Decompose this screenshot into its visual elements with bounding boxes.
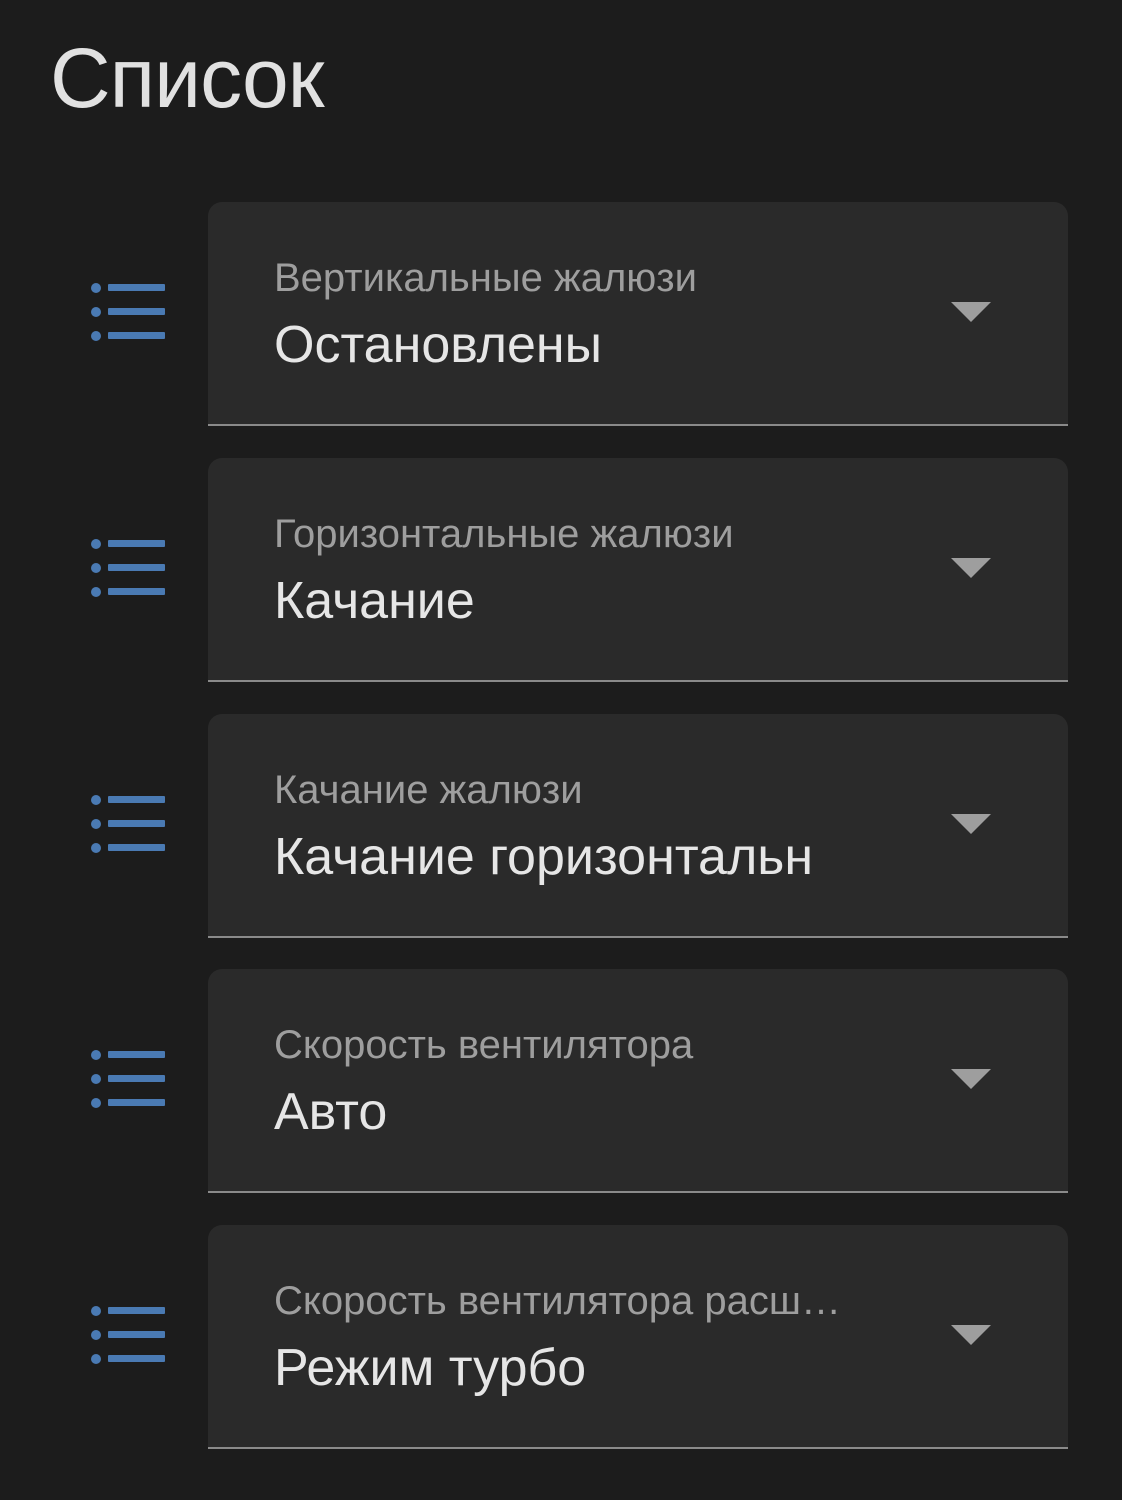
dropdown-arrow-icon[interactable]	[951, 1325, 991, 1345]
select-horizontal-louvers[interactable]: Горизонтальные жалюзи Качание	[208, 458, 1068, 682]
list-icon	[91, 539, 165, 597]
select-fan-speed-extended[interactable]: Скорость вентилятора расш… Режим турбо	[208, 1225, 1068, 1449]
select-label: Скорость вентилятора	[274, 1023, 694, 1067]
page-title: Список	[50, 31, 324, 125]
select-louver-swing[interactable]: Качание жалюзи Качание горизонтальн	[208, 714, 1068, 938]
select-label: Скорость вентилятора расш…	[274, 1279, 841, 1323]
select-value: Остановлены	[274, 316, 603, 374]
select-row-horizontal-louvers: Горизонтальные жалюзи Качание	[0, 458, 1122, 682]
select-label: Горизонтальные жалюзи	[274, 512, 734, 556]
select-vertical-louvers[interactable]: Вертикальные жалюзи Остановлены	[208, 202, 1068, 426]
dropdown-arrow-icon[interactable]	[951, 1069, 991, 1089]
select-row-louver-swing: Качание жалюзи Качание горизонтальн	[0, 714, 1122, 938]
list-icon	[91, 1050, 165, 1108]
select-fan-speed[interactable]: Скорость вентилятора Авто	[208, 969, 1068, 1193]
select-row-vertical-louvers: Вертикальные жалюзи Остановлены	[0, 202, 1122, 426]
list-icon	[91, 283, 165, 341]
dropdown-arrow-icon[interactable]	[951, 814, 991, 834]
select-value: Режим турбо	[274, 1339, 587, 1397]
select-label: Вертикальные жалюзи	[274, 256, 697, 300]
select-row-fan-speed: Скорость вентилятора Авто	[0, 969, 1122, 1193]
list-icon	[91, 795, 165, 853]
dropdown-arrow-icon[interactable]	[951, 558, 991, 578]
select-row-fan-speed-extended: Скорость вентилятора расш… Режим турбо	[0, 1225, 1122, 1449]
dropdown-arrow-icon[interactable]	[951, 302, 991, 322]
list-icon	[91, 1306, 165, 1364]
select-value: Авто	[274, 1083, 388, 1141]
select-value: Качание	[274, 572, 475, 630]
select-value: Качание горизонтальн	[274, 828, 814, 886]
select-label: Качание жалюзи	[274, 768, 583, 812]
